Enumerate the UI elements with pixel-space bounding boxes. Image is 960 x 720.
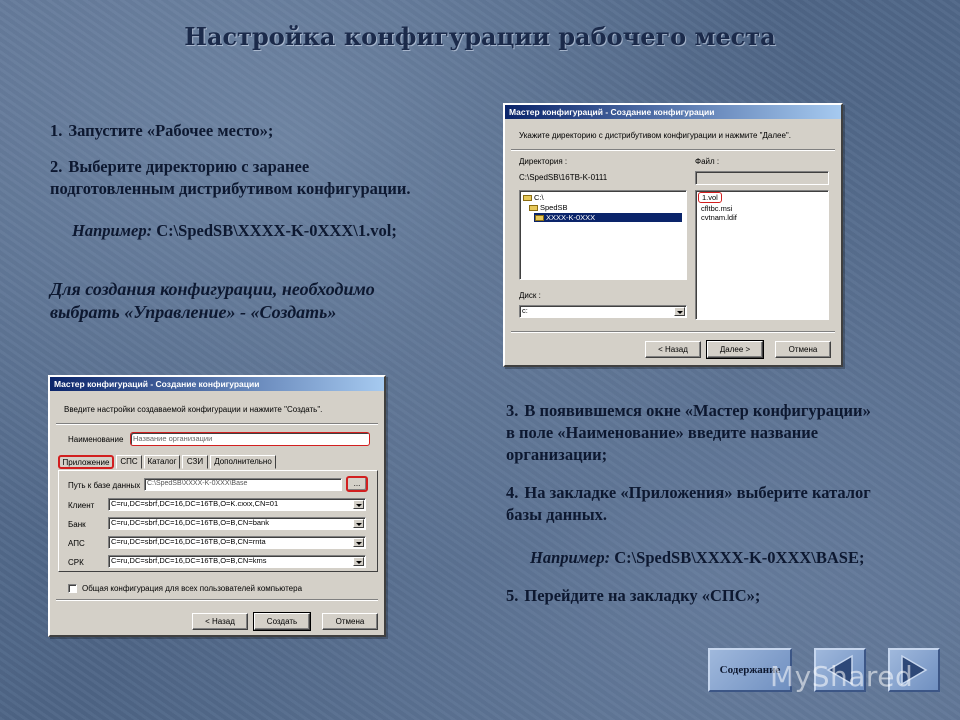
back-button[interactable]: < Назад [645, 341, 701, 358]
step-4-number: 4. [506, 483, 519, 502]
directory-label: Директория : [519, 157, 568, 166]
step-5-text: Перейдите на закладку «СПС»; [524, 586, 761, 605]
db-path-label: Путь к базе данных [68, 481, 141, 490]
step-5-number: 5. [506, 586, 519, 605]
tab-sps[interactable]: СПС [116, 455, 142, 469]
srk-label: СРК [68, 558, 84, 567]
watermark-logo: MyShared [770, 660, 914, 693]
callout-line-2: выбрать «Управление» - «Создать» [50, 302, 337, 322]
step-3-line-1: В появившемся окне «Мастер конфигурации» [524, 401, 871, 420]
tab-application[interactable]: Приложение [58, 455, 114, 469]
example-2-label: Например: [530, 548, 611, 567]
example-1-value: C:\SpedSB\XXXX-K-0XXX\1.vol; [152, 221, 397, 240]
step-4: 4. На закладке «Приложения» выберите ката… [506, 482, 946, 526]
directory-tree[interactable]: C:\ SpedSB XXXX-K-0XXX [519, 190, 687, 280]
cancel-button[interactable]: Отмена [775, 341, 831, 358]
tab-strip: Приложение СПС Каталог СЗИ Дополнительно [56, 455, 378, 471]
step-3: 3. В появившемся окне «Мастер конфигураци… [506, 400, 946, 466]
client-label: Клиент [68, 501, 95, 510]
file-label: Файл : [695, 157, 720, 166]
step-2-number: 2. [50, 157, 63, 176]
chevron-down-icon[interactable] [353, 538, 364, 547]
separator [511, 331, 835, 333]
file-item-ldif[interactable]: cvtnam.ldif [701, 213, 737, 222]
example-2-value: C:\SpedSB\XXXX-K-0XXX\BASE; [610, 548, 865, 567]
step-1-text: Запустите «Рабочее место»; [68, 121, 274, 140]
cancel-button[interactable]: Отмена [322, 613, 378, 630]
disk-select[interactable]: c: [519, 305, 687, 318]
srk-select[interactable]: C=ru,DC=sbrf,DC=16,DC=16TB,O=B,CN=kms [108, 555, 366, 568]
chevron-down-icon[interactable] [353, 557, 364, 566]
tree-item-root[interactable]: C:\ [523, 193, 544, 202]
step-2: 2. Выберите директорию с заранее подготов… [50, 156, 490, 200]
separator [511, 149, 835, 151]
separator [56, 423, 378, 425]
example-1-label: Например: [72, 221, 153, 240]
aps-select[interactable]: C=ru,DC=sbrf,DC=16,DC=16TB,O=B,CN=rnta [108, 536, 366, 549]
bank-select[interactable]: C=ru,DC=sbrf,DC=16,DC=16TB,O=B,CN=bank [108, 517, 366, 530]
tab-catalog[interactable]: Каталог [144, 455, 180, 469]
step-3-line-3: организации; [506, 445, 608, 464]
back-button[interactable]: < Назад [192, 613, 248, 630]
directory-path: C:\SpedSB\16TB-K-0111 [519, 173, 608, 182]
shared-config-checkbox[interactable] [68, 584, 77, 593]
client-select[interactable]: C=ru,DC=sbrf,DC=16,DC=16TB,O=K.cxxx,CN=0… [108, 498, 366, 511]
create-button[interactable]: Создать [253, 612, 311, 631]
step-1: 1. Запустите «Рабочее место»; [50, 120, 470, 142]
tab-additional[interactable]: Дополнительно [210, 455, 276, 469]
callout-note: Для создания конфигурации, необходимо вы… [50, 278, 470, 324]
folder-open-icon [535, 215, 544, 222]
aps-label: АПС [68, 539, 85, 548]
bank-label: Банк [68, 520, 86, 529]
wizard-create-titlebar: Мастер конфигураций - Создание конфигура… [50, 377, 384, 391]
folder-icon [529, 205, 538, 212]
wizard-create-instruction: Введите настройки создаваемой конфигурац… [64, 405, 323, 414]
chevron-down-icon[interactable] [674, 307, 685, 316]
browse-button[interactable]: ... [346, 476, 368, 492]
separator [56, 599, 378, 601]
step-1-number: 1. [50, 121, 63, 140]
file-input[interactable] [695, 171, 829, 185]
name-label: Наименование [68, 435, 124, 444]
tree-item-spedsb[interactable]: SpedSB [529, 203, 568, 212]
step-4-line-1: На закладке «Приложения» выберите катало… [524, 483, 871, 502]
next-button[interactable]: Далее > [706, 340, 764, 359]
chevron-down-icon[interactable] [353, 519, 364, 528]
db-path-input[interactable]: C:\SpedSB\XXXX-K-0XXX\Base [144, 478, 342, 491]
wizard-create-window: Мастер конфигураций - Создание конфигура… [48, 375, 386, 637]
slide-title: Настройка конфигурации рабочего места [184, 22, 776, 51]
tree-item-selected[interactable]: XXXX-K-0XXX [534, 213, 682, 222]
tab-szi[interactable]: СЗИ [182, 455, 208, 469]
folder-icon [523, 195, 532, 202]
wizard-directory-window: Мастер конфигураций - Создание конфигура… [503, 103, 843, 367]
organization-name-input[interactable]: Название организации [130, 432, 370, 446]
callout-line-1: Для создания конфигурации, необходимо [50, 279, 375, 299]
step-3-line-2: в поле «Наименование» введите название [506, 423, 819, 442]
step-2-line-2: подготовленным дистрибутивом конфигураци… [50, 179, 411, 198]
step-3-number: 3. [506, 401, 519, 420]
step-2-line-1: Выберите директорию с заранее [68, 157, 310, 176]
example-1: Например: C:\SpedSB\XXXX-K-0XXX\1.vol; [72, 220, 492, 242]
example-2: Например: C:\SpedSB\XXXX-K-0XXX\BASE; [530, 547, 950, 569]
step-4-line-2: базы данных. [506, 505, 608, 524]
file-item-vol[interactable]: 1.vol [698, 192, 722, 203]
wizard-directory-instruction: Укажите директорию с дистрибутивом конфи… [519, 131, 791, 140]
shared-config-label: Общая конфигурация для всех пользователе… [82, 584, 303, 593]
wizard-directory-titlebar: Мастер конфигураций - Создание конфигура… [505, 105, 841, 119]
disk-label: Диск : [519, 291, 541, 300]
chevron-down-icon[interactable] [353, 500, 364, 509]
step-5: 5. Перейдите на закладку «СПС»; [506, 585, 946, 607]
file-item-msi[interactable]: cfltbc.msi [701, 204, 732, 213]
file-list[interactable]: 1.vol cfltbc.msi cvtnam.ldif [695, 190, 829, 320]
